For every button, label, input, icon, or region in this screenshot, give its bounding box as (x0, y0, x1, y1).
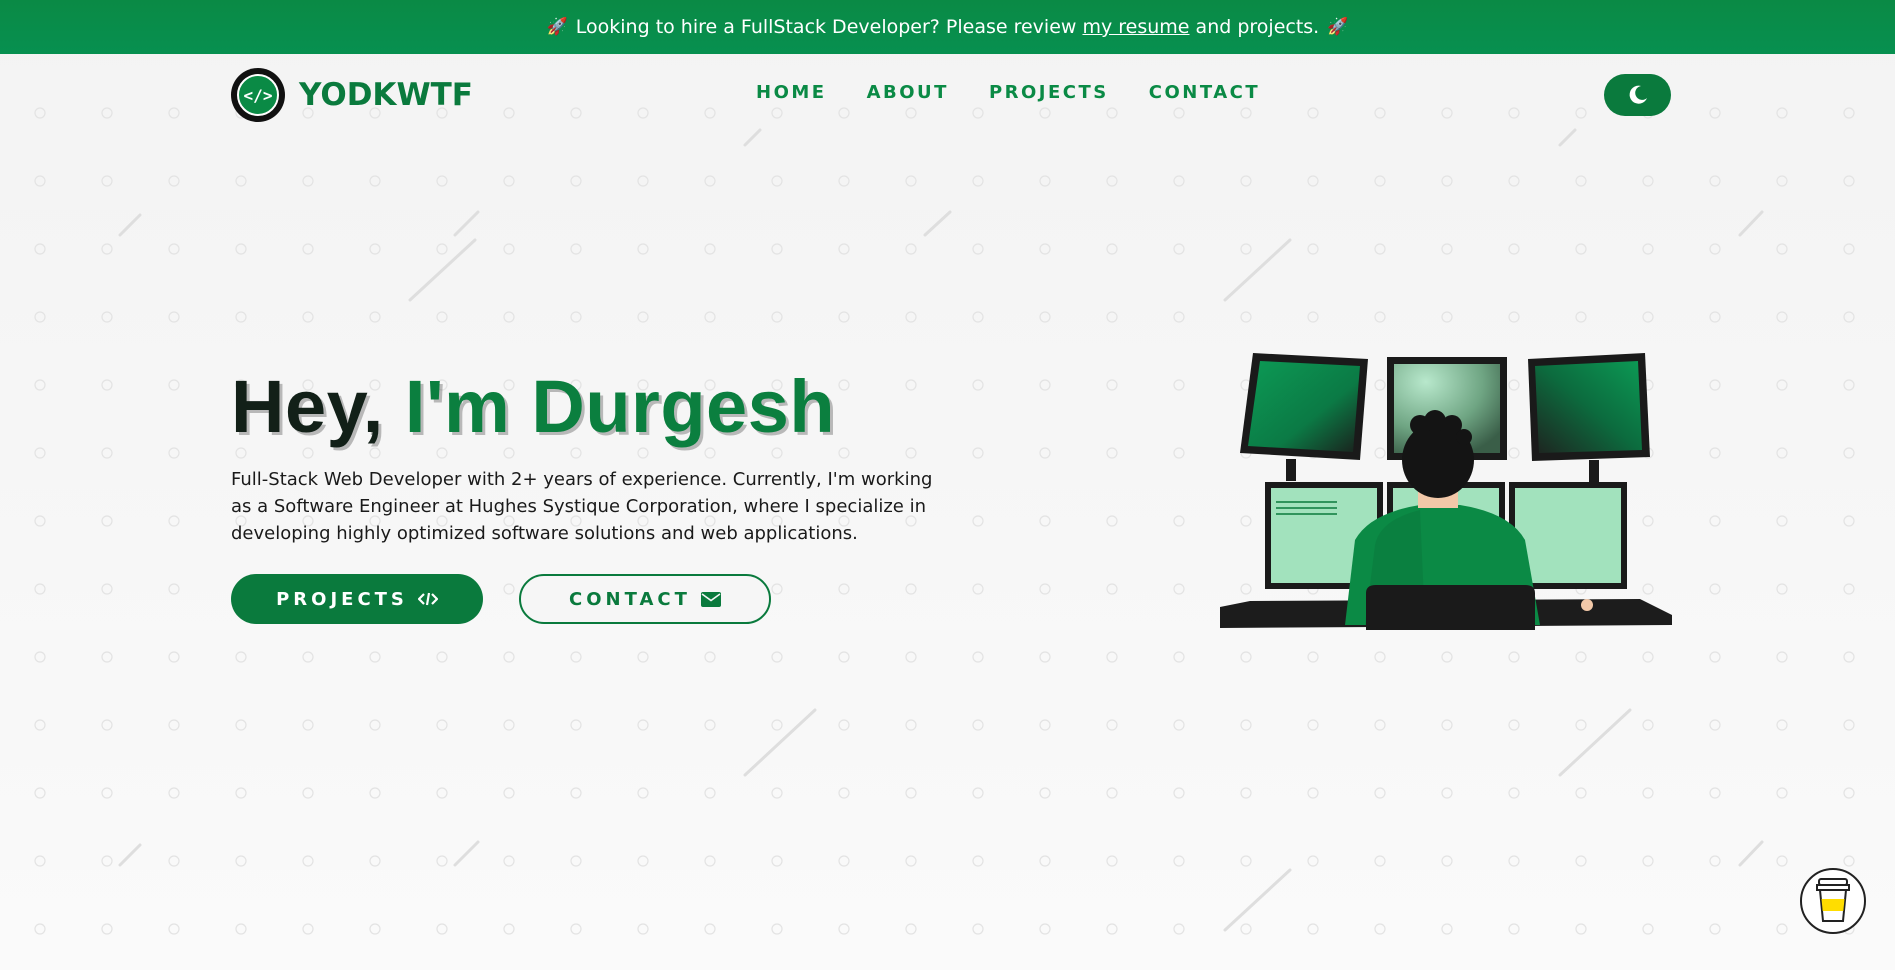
resume-link[interactable]: my resume (1082, 16, 1189, 38)
projects-button[interactable]: PROJECTS (231, 574, 483, 624)
banner-text: Looking to hire a FullStack Developer? P… (575, 16, 1077, 38)
hero-greeting: Hey, (231, 365, 384, 448)
code-icon (417, 592, 438, 606)
nav-home[interactable]: HOME (756, 82, 827, 103)
developer-illustration (1220, 353, 1672, 630)
nav-about[interactable]: ABOUT (867, 82, 949, 103)
projects-button-label: PROJECTS (276, 588, 408, 610)
contact-button-label: CONTACT (569, 588, 691, 610)
nav-projects[interactable]: PROJECTS (989, 82, 1109, 103)
hero-title: Hey, I'm Durgesh (231, 364, 835, 449)
site-logo[interactable]: </> YODKWTF (231, 68, 473, 122)
hero-name: I'm Durgesh (404, 365, 836, 448)
envelope-icon (700, 591, 721, 607)
main-nav: HOME ABOUT PROJECTS CONTACT (756, 82, 1260, 103)
moon-icon (1629, 85, 1647, 104)
contact-button[interactable]: CONTACT (519, 574, 771, 624)
hire-banner: 🚀 Looking to hire a FullStack Developer?… (0, 0, 1895, 54)
rocket-icon: 🚀 (546, 17, 568, 37)
nav-contact[interactable]: CONTACT (1149, 82, 1260, 103)
theme-toggle-button[interactable] (1604, 74, 1671, 116)
code-logo-icon: </> (231, 68, 285, 122)
rocket-icon: 🚀 (1327, 17, 1349, 37)
buy-me-coffee-button[interactable] (1800, 868, 1866, 934)
logo-text: YODKWTF (299, 77, 473, 113)
banner-text-end: and projects. (1195, 16, 1320, 38)
hero-description: Full-Stack Web Developer with 2+ years o… (231, 469, 933, 544)
coffee-cup-icon (1816, 878, 1850, 922)
